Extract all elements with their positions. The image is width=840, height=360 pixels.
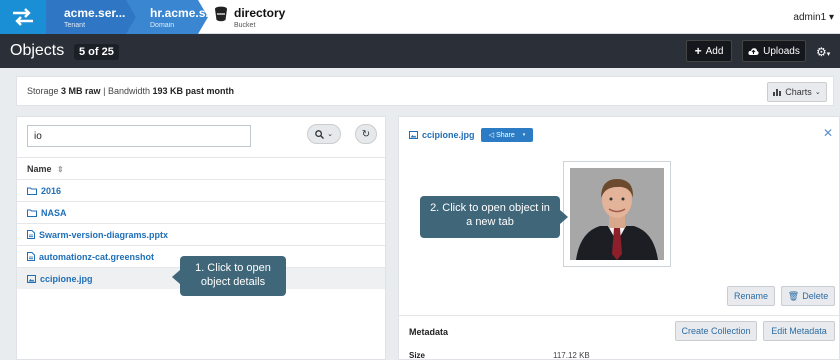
rename-button[interactable]: Rename [727, 286, 775, 306]
file-icon [27, 230, 35, 239]
list-item[interactable]: Swarm-version-diagrams.pptx [17, 223, 385, 245]
storage-label: Storage [27, 86, 59, 96]
uploads-button-label: Uploads [763, 45, 800, 57]
object-count-badge: 5 of 25 [74, 44, 119, 60]
swap-arrows-icon [13, 8, 33, 26]
delete-button[interactable]: 🗑 Delete [781, 286, 835, 306]
breadcrumb-tenant[interactable]: acme.ser... Tenant [46, 0, 136, 34]
list-item[interactable]: NASA [17, 201, 385, 223]
search-options-button[interactable]: ⌄ [307, 124, 341, 144]
bucket-icon [215, 6, 227, 22]
list-item[interactable]: 2016 [17, 179, 385, 201]
divider [399, 315, 839, 316]
object-preview-thumbnail[interactable] [563, 161, 671, 267]
domain-name: hr.acme.s.. [150, 6, 213, 20]
user-menu[interactable]: admin1 ▾ [793, 12, 834, 23]
portrait-photo [570, 168, 664, 260]
bar-chart-icon [773, 89, 782, 96]
image-file-icon [409, 131, 418, 139]
bucket-label: Bucket [234, 22, 256, 29]
storage-text: Storage 3 MB raw | Bandwidth 193 KB past… [27, 86, 234, 96]
charts-button-label: Charts [785, 87, 812, 97]
list-item-name: ccipione.jpg [40, 273, 93, 284]
uploads-button[interactable]: Uploads [742, 40, 806, 62]
chevron-down-icon: ⌄ [814, 89, 821, 96]
storage-summary: Storage 3 MB raw | Bandwidth 193 KB past… [16, 76, 834, 106]
breadcrumb-domain[interactable]: hr.acme.s.. Domain [126, 0, 208, 34]
list-item-name: Swarm-version-diagrams.pptx [39, 229, 169, 240]
size-label: Size [409, 351, 426, 360]
caret-down-icon: ▾ [522, 132, 526, 138]
list-item-name: 2016 [41, 185, 62, 196]
settings-menu[interactable]: ⚙▾ [816, 45, 830, 59]
plus-icon: + [694, 44, 702, 58]
tenant-label: Tenant [64, 22, 86, 29]
domain-label: Domain [150, 22, 175, 29]
create-collection-button[interactable]: Create Collection [675, 321, 757, 341]
search-input[interactable] [27, 125, 251, 147]
size-value: 117.12 KB [553, 351, 590, 360]
metadata-heading: Metadata [409, 327, 449, 337]
search-icon [315, 129, 325, 139]
logo[interactable] [0, 0, 46, 34]
caret-down-icon: ▾ [826, 51, 831, 58]
bucket-name: directory [234, 6, 286, 20]
list-item-name: NASA [41, 207, 67, 218]
trash-icon: 🗑 [787, 290, 800, 301]
delete-button-label: Delete [802, 291, 829, 301]
folder-icon [27, 187, 37, 195]
object-list-panel: ⌄ ↻ Name ⇕ 2016 NASA Swarm-version-diagram… [16, 116, 386, 360]
breadcrumb-bucket[interactable]: directory Bucket [214, 6, 285, 29]
sort-icon: ⇕ [57, 165, 64, 174]
tenant-name: acme.ser... [64, 6, 126, 20]
bandwidth-label: Bandwidth [107, 86, 150, 96]
share-button[interactable]: ◁ Share ▾ [481, 128, 533, 142]
storage-value: 3 MB raw [61, 86, 101, 96]
cloud-upload-icon [748, 47, 759, 55]
name-column-header[interactable]: Name ⇕ [17, 157, 385, 179]
add-button-label: Add [705, 45, 724, 57]
chevron-down-icon: ⌄ [327, 131, 333, 138]
share-button-label: Share [496, 131, 515, 139]
image-file-icon [27, 274, 36, 283]
object-name: ccipione.jpg [422, 130, 475, 140]
objects-header: Objects 5 of 25 + Add Uploads ⚙▾ [0, 34, 840, 68]
top-bar: hr.acme.s.. Domain acme.ser... Tenant di… [0, 0, 840, 34]
edit-metadata-button[interactable]: Edit Metadata [763, 321, 835, 341]
bandwidth-value: 193 KB past month [152, 86, 234, 96]
separator: | [103, 86, 106, 96]
charts-button[interactable]: Charts ⌄ [767, 82, 827, 102]
column-label: Name [27, 164, 52, 174]
tooltip-open-new-tab: 2. Click to open object in a new tab [420, 196, 568, 238]
list-item-name: automationz-cat.greenshot [39, 251, 155, 262]
tooltip-open-details: 1. Click to open object details [172, 256, 286, 296]
share-icon: ◁ [488, 132, 495, 139]
object-details-panel: ccipione.jpg ◁ Share ▾ ✕ Rename 🗑 Delete… [398, 116, 840, 360]
add-button[interactable]: + Add [686, 40, 732, 62]
object-name-link[interactable]: ccipione.jpg [409, 130, 475, 140]
folder-icon [27, 209, 37, 217]
refresh-button[interactable]: ↻ [355, 124, 377, 144]
page-title: Objects [10, 42, 65, 59]
close-icon[interactable]: ✕ [823, 126, 833, 140]
refresh-icon: ↻ [361, 128, 371, 140]
file-icon [27, 252, 35, 261]
gear-icon: ⚙ [816, 45, 827, 59]
